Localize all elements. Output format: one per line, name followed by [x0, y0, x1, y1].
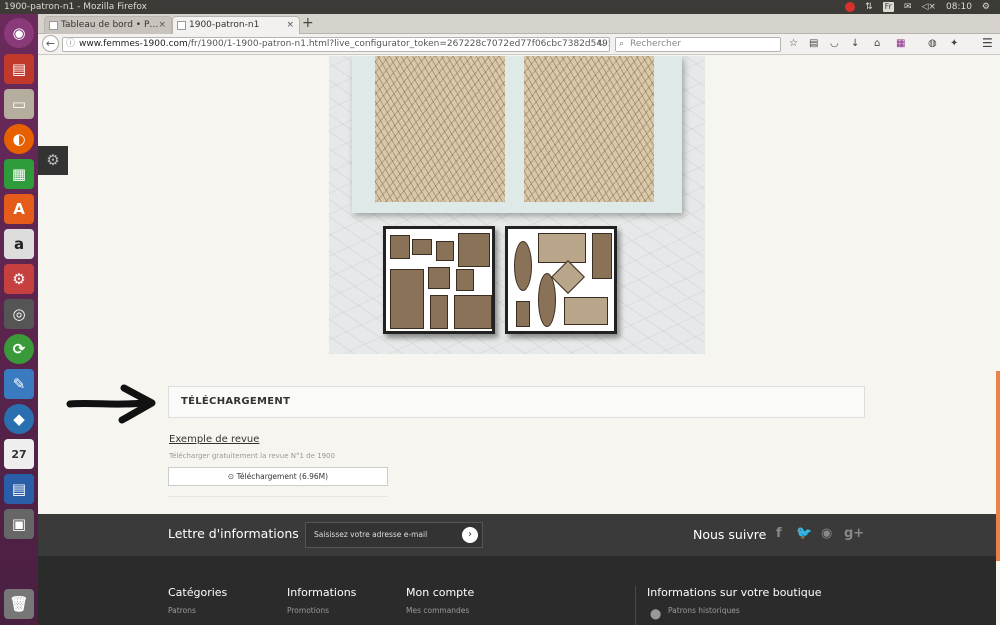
fish-icon[interactable]: ◆ [4, 404, 34, 434]
ubuntu-home-icon[interactable]: ◉ [4, 18, 34, 48]
close-tab-icon[interactable]: × [286, 17, 294, 34]
mail-icon[interactable]: ✉ [904, 0, 912, 14]
rss-icon[interactable]: ◉ [821, 526, 832, 541]
search-icon: ⌕ [619, 39, 625, 49]
tab-bar: Tableau de bord • P… × 1900-patron-n1 × … [38, 14, 1000, 34]
tab-patron[interactable]: 1900-patron-n1 × [172, 16, 300, 34]
page-favicon-icon [177, 21, 186, 30]
firefox-icon[interactable]: ◐ [4, 124, 34, 154]
pattern-sheet-board [352, 56, 682, 213]
launcher: ◉ ▤ ▭ ◐ ▦ A a ⚙ ◎ ⟳ ✎ ◆ 27 ▤ ▣ 🗑 [0, 14, 38, 625]
update-manager-icon[interactable]: ⟳ [4, 334, 34, 364]
back-button[interactable]: ← [42, 35, 59, 52]
volume-icon[interactable]: ◁× [922, 0, 936, 14]
hamburger-menu-icon[interactable]: ☰ [982, 36, 993, 50]
footer-link[interactable]: Mes commandes [406, 606, 474, 615]
extension-grid-icon[interactable]: ▦ [896, 38, 905, 49]
footer-column-store-info: Informations sur votre boutique Patrons … [647, 586, 822, 615]
location-pin-icon: ⬤ [650, 609, 662, 620]
software-center-icon[interactable]: A [4, 194, 34, 224]
scrollbar-thumb[interactable] [996, 371, 1000, 561]
tab-dashboard[interactable]: Tableau de bord • P… × [44, 16, 172, 34]
power-gear-icon[interactable]: ⚙ [982, 0, 990, 14]
reading-list-icon[interactable]: ▤ [809, 38, 818, 49]
footer-heading: Informations [287, 586, 357, 599]
sync-icon[interactable]: ✦ [950, 38, 958, 49]
footer: Catégories Patrons Informations Promotio… [38, 556, 996, 625]
pocket-icon[interactable]: ◡ [830, 38, 839, 49]
follow-us-label: Nous suivre [693, 527, 767, 542]
archive-icon[interactable]: ▣ [4, 509, 34, 539]
system-settings-icon[interactable]: ⚙ [4, 264, 34, 294]
close-tab-icon[interactable]: × [158, 17, 166, 34]
pattern-sheet-right [524, 56, 654, 202]
live-configurator-gear-icon[interactable]: ⚙ [38, 146, 68, 175]
download-item-description: Télécharger gratuitement la revue N°1 de… [169, 452, 335, 460]
magazine-page-right [505, 226, 617, 334]
search-input[interactable]: ⌕ Rechercher [615, 37, 781, 52]
download-button[interactable]: ⊙ Téléchargement (6.96M) [168, 467, 388, 486]
spreadsheet-icon[interactable]: ▦ [4, 159, 34, 189]
scrollbar[interactable] [996, 56, 1000, 625]
trash-icon[interactable]: 🗑 [4, 589, 34, 619]
footer-column-informations: Informations Promotions [287, 586, 356, 615]
new-tab-button[interactable]: + [302, 15, 314, 31]
window-title: 1900-patron-n1 - Mozilla Firefox [4, 2, 147, 12]
product-image[interactable] [329, 56, 705, 354]
newsletter-label: Lettre d'informations [168, 526, 299, 541]
google-plus-icon[interactable]: g+ [844, 526, 864, 541]
facebook-icon[interactable]: f [776, 526, 782, 541]
footer-divider [635, 586, 636, 625]
download-section-header: TÉLÉCHARGEMENT [168, 386, 865, 418]
footer-heading: Catégories [168, 586, 228, 599]
hand-drawn-arrow-icon [66, 384, 156, 424]
twitter-icon[interactable]: 🐦 [796, 526, 812, 541]
footer-heading: Mon compte [406, 586, 475, 599]
magazine-page-left [383, 226, 495, 334]
download-icon: ⊙ [227, 472, 235, 481]
download-item-title[interactable]: Exemple de revue [169, 434, 259, 445]
screenshot-icon[interactable]: ◎ [4, 299, 34, 329]
divider [168, 496, 388, 497]
clock[interactable]: 08:10 [946, 0, 972, 14]
newsletter-email-input[interactable]: Saisissez votre adresse e-mail [305, 522, 483, 548]
downloads-icon[interactable]: ↓ [851, 38, 859, 49]
writer-icon[interactable]: ▤ [4, 474, 34, 504]
footer-column-categories: Catégories Patrons [168, 586, 227, 615]
amazon-icon[interactable]: a [4, 229, 34, 259]
footer-heading: Informations sur votre boutique [647, 586, 822, 599]
calendar-icon[interactable]: 27 [4, 439, 34, 469]
web-page: ⚙ TÉLÉCHARGEMENT Exemple de revue Téléch… [38, 56, 1000, 625]
document-viewer-icon[interactable]: ▤ [4, 54, 34, 84]
site-info-icon[interactable]: ⓘ [66, 38, 75, 51]
footer-column-account: Mon compte Mes commandes [406, 586, 474, 615]
stop-indicator-icon[interactable] [845, 2, 856, 12]
url-bar[interactable]: ⓘ www.femmes-1900.com/fr/1900/1-1900-pat… [62, 37, 610, 52]
xournal-icon[interactable]: ✎ [4, 369, 34, 399]
newsletter-band: Lettre d'informations Saisissez votre ad… [38, 514, 996, 556]
footer-link[interactable]: Patrons [168, 606, 227, 615]
bookmark-star-icon[interactable]: ☆ [789, 38, 798, 49]
footer-link[interactable]: Patrons historiques [647, 606, 822, 615]
page-favicon-icon [49, 21, 58, 30]
navigation-toolbar: ← ⓘ www.femmes-1900.com/fr/1900/1-1900-p… [38, 34, 1000, 55]
newsletter-submit-button[interactable]: › [462, 527, 478, 543]
footer-link[interactable]: Promotions [287, 606, 356, 615]
pattern-sheet-left [375, 56, 505, 202]
file-manager-icon[interactable]: ▭ [4, 89, 34, 119]
home-icon[interactable]: ⌂ [874, 38, 880, 49]
network-transfer-icon[interactable]: ⇅ [865, 0, 873, 14]
keyboard-layout-indicator[interactable]: Fr [882, 2, 894, 12]
reload-icon[interactable]: ↻ [597, 38, 605, 51]
vpn-icon[interactable]: ◍ [928, 38, 937, 49]
system-top-panel: 1900-patron-n1 - Mozilla Firefox ⇅ Fr ✉ … [0, 0, 1000, 14]
